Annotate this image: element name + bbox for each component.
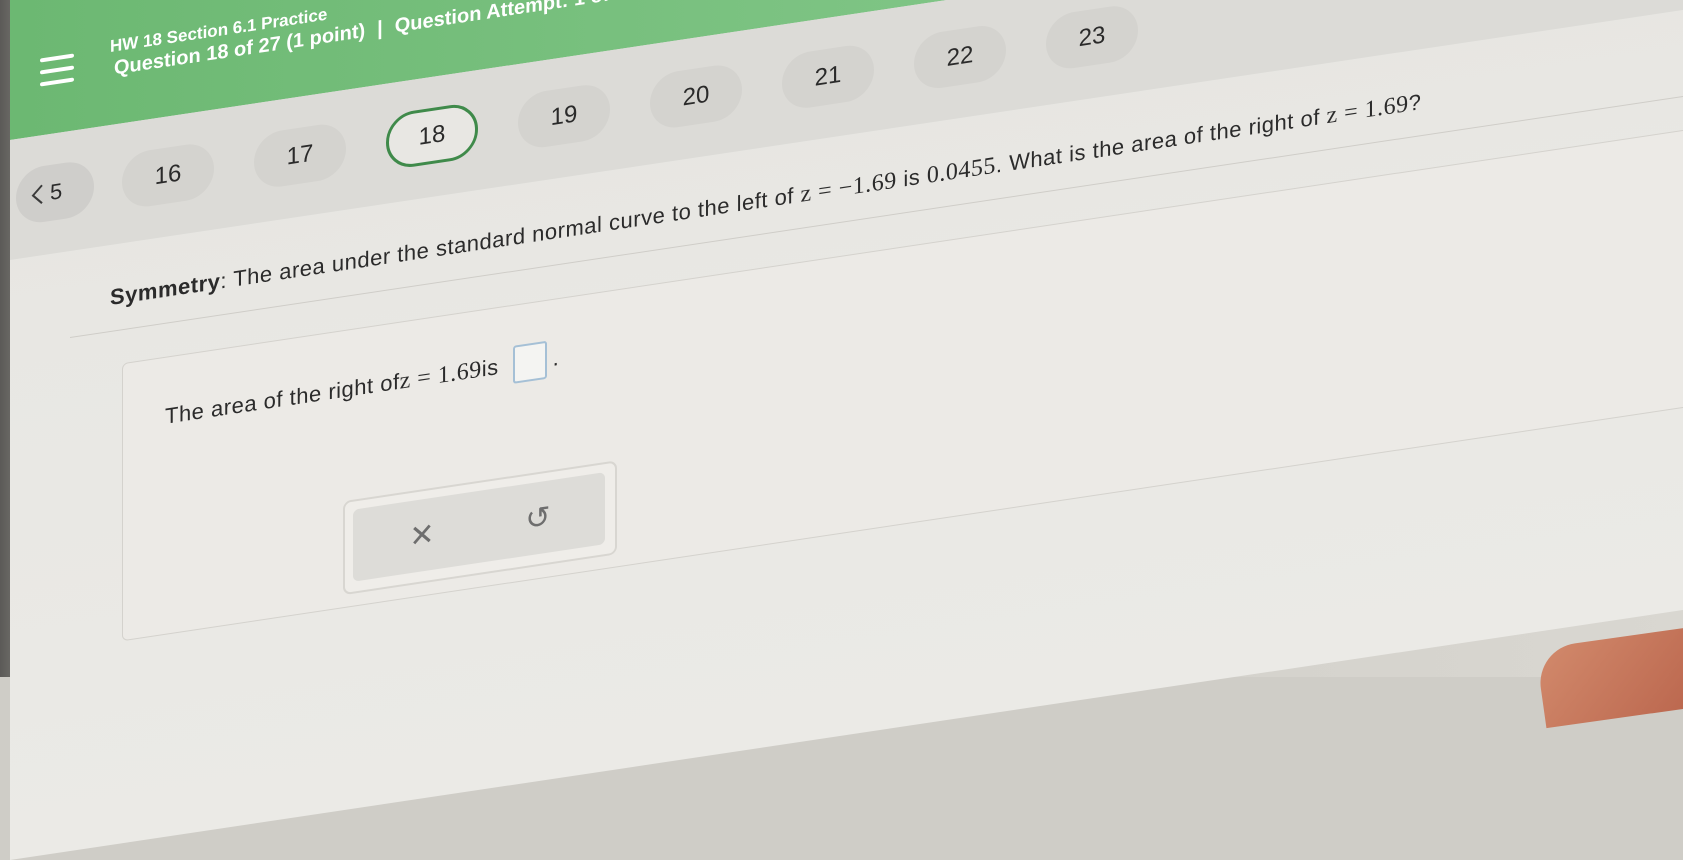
question-text-part: ? [1408, 89, 1422, 116]
close-icon: ✕ [409, 517, 435, 554]
math-expression: z = −1.69 [800, 167, 897, 208]
answer-input[interactable] [512, 340, 547, 384]
header-separator: | [377, 17, 383, 41]
question-text-part: . What is the area of the right of [995, 103, 1327, 178]
attempt-info: Question Attempt: 1 of 3 [394, 0, 627, 38]
answer-period: . [552, 344, 560, 371]
math-expression: z = 1.69 [399, 355, 482, 395]
answer-text-part: The area of the right of [165, 368, 400, 429]
math-value: 0.0455 [926, 152, 996, 189]
menu-icon[interactable] [40, 53, 74, 87]
answer-tools: ✕ ↺ [353, 472, 605, 582]
answer-prompt: The area of the right of z = 1.69 is . [165, 339, 559, 436]
question-text-part: is [896, 162, 927, 193]
clear-button[interactable]: ✕ [397, 510, 447, 561]
answer-text-part: is [481, 353, 499, 382]
answer-tools-panel: ✕ ↺ [343, 460, 617, 596]
undo-icon: ↺ [525, 499, 551, 537]
question-label: Symmetry [110, 268, 221, 311]
undo-button[interactable]: ↺ [513, 492, 563, 543]
chevron-left-icon [31, 184, 43, 205]
previous-question-number: 5 [50, 178, 63, 206]
math-expression: z = 1.69 [1326, 90, 1409, 130]
screen: HW 18 Section 6.1 Practice Question 18 o… [10, 0, 1683, 860]
